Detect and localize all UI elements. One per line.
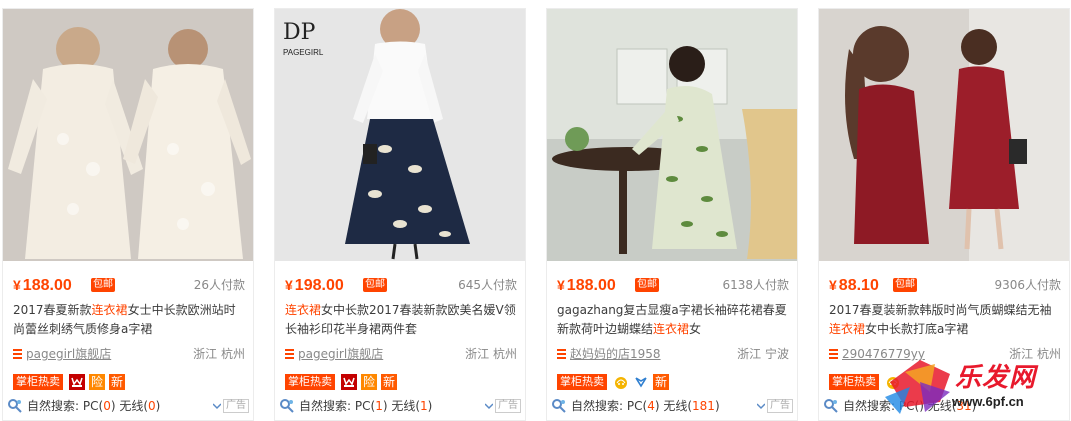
new-icon[interactable]: 新 bbox=[653, 374, 669, 390]
product-card[interactable]: ¥188.00 包邮 26人付款 2017春夏新款连衣裙女士中长款欧洲站时尚蕾丝… bbox=[2, 8, 254, 421]
service-badges: 掌柜热卖 险 新 bbox=[13, 374, 245, 390]
hot-seller-badge[interactable]: 掌柜热卖 bbox=[285, 374, 335, 390]
product-card[interactable]: DP PAGEGIRL ¥198.00 包邮 645人付款 连衣裙女中长款201… bbox=[274, 8, 526, 421]
shop-icon bbox=[285, 349, 294, 359]
paid-count: 645人付款 bbox=[458, 278, 517, 292]
price: ¥198.00 bbox=[285, 277, 344, 294]
paid-count: 6138人付款 bbox=[722, 278, 789, 292]
free-shipping-badge: 包邮 bbox=[893, 278, 917, 292]
shop-location: 浙江 宁波 bbox=[737, 347, 789, 361]
chevron-down-icon[interactable] bbox=[485, 402, 493, 410]
svg-text:DP: DP bbox=[283, 20, 316, 45]
shop-icon bbox=[829, 349, 838, 359]
product-image[interactable] bbox=[3, 9, 253, 261]
shop-name-link[interactable]: 赵妈妈的店1958 bbox=[570, 346, 661, 362]
new-icon[interactable]: 新 bbox=[109, 374, 125, 390]
search-source-row: 自然搜索: PC(0) 无线(0) 广告 bbox=[7, 397, 251, 415]
shop-row: 赵妈妈的店1958 浙江 宁波 bbox=[557, 346, 789, 362]
shop-location: 浙江 杭州 bbox=[465, 347, 517, 361]
search-stats: 自然搜索: PC(4) 无线(181) bbox=[571, 399, 720, 413]
product-photo-green-floral-dress bbox=[547, 9, 797, 261]
free-shipping-badge: 包邮 bbox=[91, 278, 115, 292]
insurance-icon[interactable]: 险 bbox=[361, 374, 377, 390]
product-title[interactable]: gagazhang复古显瘦a字裙长袖碎花裙春夏新款荷叶边蝴蝶结连衣裙女 bbox=[557, 301, 791, 339]
ad-label: 广告 bbox=[767, 399, 793, 413]
insurance-icon[interactable]: 险 bbox=[89, 374, 105, 390]
watermark-url: www.6pf.cn bbox=[952, 394, 1024, 409]
price-row: ¥188.00 包邮 26人付款 bbox=[13, 275, 245, 295]
shop-name-link[interactable]: pagegirl旗舰店 bbox=[298, 346, 383, 362]
natural-search-icon bbox=[824, 399, 838, 413]
search-source-row: 自然搜索: PC(4) 无线(181) 广告 bbox=[551, 397, 795, 415]
product-card[interactable]: ¥188.00 包邮 6138人付款 gagazhang复古显瘦a字裙长袖碎花裙… bbox=[546, 8, 798, 421]
brand-logo-text: PAGEGIRL bbox=[283, 48, 324, 57]
search-stats: 自然搜索: PC(0) 无线(0) bbox=[27, 399, 161, 413]
natural-search-icon bbox=[280, 399, 294, 413]
chevron-down-icon[interactable] bbox=[213, 402, 221, 410]
product-photo-red-sleeveless-dress bbox=[819, 9, 1069, 261]
price: ¥88.10 bbox=[829, 277, 879, 294]
free-shipping-badge: 包邮 bbox=[363, 278, 387, 292]
product-title[interactable]: 连衣裙女中长款2017春装新款欧美名媛V领长袖衫印花半身裙两件套 bbox=[285, 301, 519, 339]
shop-icon bbox=[557, 349, 566, 359]
shop-row: pagegirl旗舰店 浙江 杭州 bbox=[285, 346, 517, 362]
product-image[interactable] bbox=[547, 9, 797, 261]
gold-medal-icon[interactable] bbox=[613, 374, 629, 390]
paid-count: 26人付款 bbox=[193, 278, 245, 292]
paid-count: 9306人付款 bbox=[994, 278, 1061, 292]
search-stats: 自然搜索: PC(1) 无线(1) bbox=[299, 399, 433, 413]
product-photo-floral-skirt-set: DP PAGEGIRL bbox=[275, 9, 525, 261]
service-badges: 掌柜热卖 新 bbox=[557, 374, 789, 390]
shop-name-link[interactable]: pagegirl旗舰店 bbox=[26, 346, 111, 362]
ad-label: 广告 bbox=[495, 399, 521, 413]
tmall-icon[interactable] bbox=[69, 374, 85, 390]
product-image[interactable]: DP PAGEGIRL bbox=[275, 9, 525, 261]
natural-search-icon bbox=[552, 399, 566, 413]
tmall-icon[interactable] bbox=[341, 374, 357, 390]
search-source-row: 自然搜索: PC(1) 无线(1) 广告 bbox=[279, 397, 523, 415]
product-photo-lace-dress bbox=[3, 9, 253, 261]
hot-seller-badge[interactable]: 掌柜热卖 bbox=[557, 374, 607, 390]
price: ¥188.00 bbox=[557, 277, 616, 294]
ad-label: 广告 bbox=[223, 399, 249, 413]
natural-search-icon bbox=[8, 399, 22, 413]
product-title[interactable]: 2017春夏装新款韩版时尚气质蝴蝶结无袖连衣裙女中长款打底a字裙 bbox=[829, 301, 1063, 339]
shop-icon bbox=[13, 349, 22, 359]
chevron-down-icon[interactable] bbox=[757, 402, 765, 410]
service-badges: 掌柜热卖 险 新 bbox=[285, 374, 517, 390]
shop-row: pagegirl旗舰店 浙江 杭州 bbox=[13, 346, 245, 362]
free-shipping-badge: 包邮 bbox=[635, 278, 659, 292]
price-row: ¥88.10 包邮 9306人付款 bbox=[829, 275, 1061, 295]
product-title[interactable]: 2017春夏新款连衣裙女士中长款欧洲站时尚蕾丝刺绣气质修身a字裙 bbox=[13, 301, 247, 339]
price: ¥188.00 bbox=[13, 277, 72, 294]
price-row: ¥198.00 包邮 645人付款 bbox=[285, 275, 517, 295]
product-image[interactable] bbox=[819, 9, 1069, 261]
price-row: ¥188.00 包邮 6138人付款 bbox=[557, 275, 789, 295]
hot-seller-badge[interactable]: 掌柜热卖 bbox=[829, 374, 879, 390]
watermark-text: 乐发网 bbox=[955, 363, 1037, 393]
new-icon[interactable]: 新 bbox=[381, 374, 397, 390]
shop-location: 浙江 杭州 bbox=[193, 347, 245, 361]
heart-icon[interactable] bbox=[633, 374, 649, 390]
hot-seller-badge[interactable]: 掌柜热卖 bbox=[13, 374, 63, 390]
